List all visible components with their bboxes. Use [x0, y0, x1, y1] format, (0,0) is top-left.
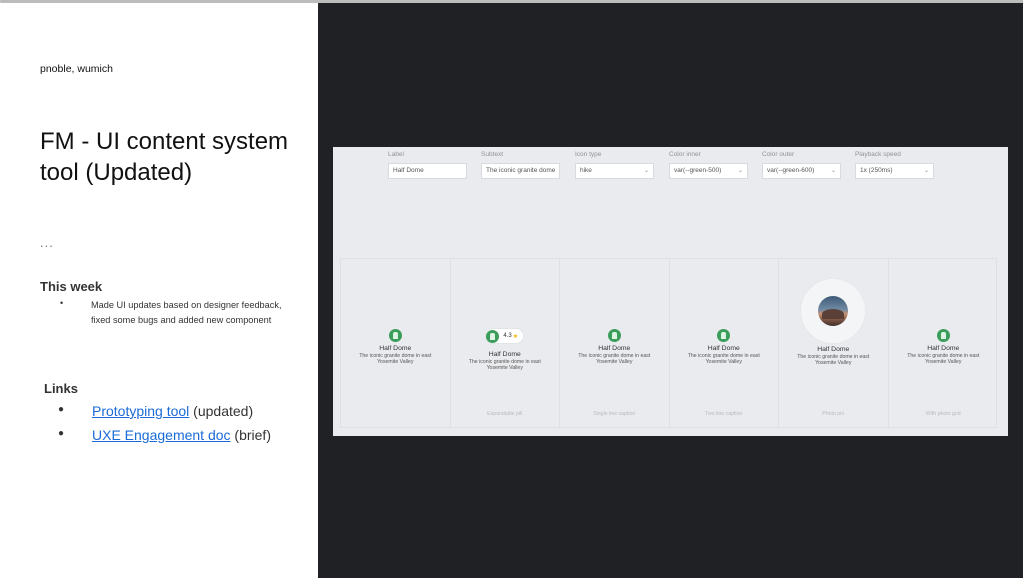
- pin-subtext: The iconic granite dome in east Yosemite…: [359, 353, 432, 366]
- card-caption: Two line caption: [705, 411, 743, 417]
- pin-subtext: The iconic granite dome in east Yosemite…: [797, 354, 870, 367]
- mountain-photo-icon: [818, 296, 849, 326]
- hike-icon: [936, 329, 950, 342]
- pin-card-photo-grid[interactable]: Half Dome The iconic granite dome in eas…: [889, 259, 999, 427]
- card-caption: Photo pin: [822, 411, 845, 417]
- rating-value: 4.3: [503, 333, 512, 339]
- pin-card-single-line[interactable]: Half Dome The iconic granite dome in eas…: [560, 259, 670, 427]
- pin-subtext: The iconic granite dome in east Yosemite…: [578, 353, 651, 366]
- pin-label: Half Dome: [379, 345, 412, 352]
- chevron-down-icon: ⌄: [923, 168, 929, 174]
- this-week-item: Made UI updates based on designer feedba…: [91, 300, 282, 326]
- this-week-heading: This week: [40, 279, 103, 294]
- ellipsis: ...: [40, 235, 54, 250]
- pin-label: Half Dome: [927, 345, 960, 352]
- pin-variants-row: Half Dome The iconic granite dome in eas…: [340, 258, 997, 428]
- hike-icon: [607, 329, 621, 342]
- pin-subtext: The iconic granite dome in east Yosemite…: [468, 358, 541, 371]
- pin-label: Half Dome: [817, 346, 850, 353]
- card-caption: Single line caption: [593, 411, 636, 417]
- control-label-text: Label: [388, 151, 404, 158]
- control-label-text: Color inner: [669, 151, 701, 158]
- hike-icon: [486, 329, 500, 343]
- subtext-input[interactable]: The iconic granite dome: [481, 163, 560, 179]
- left-panel: pnoble, wumich FM - UI content system to…: [0, 3, 318, 578]
- authors: pnoble, wumich: [40, 63, 113, 75]
- hike-icon: [717, 329, 731, 342]
- pin-label: Half Dome: [488, 350, 521, 358]
- control-color-inner: Color inner var(--green-500) ⌄: [669, 151, 749, 179]
- control-color-outer: Color outer var(--green-600) ⌄: [762, 151, 842, 179]
- label-input[interactable]: Half Dome: [388, 163, 467, 179]
- control-icon-type: Icon type hike ⌄: [575, 151, 655, 179]
- slide-title: FM - UI content system tool (Updated): [40, 128, 289, 186]
- pin-subtext: The iconic granite dome in east Yosemite…: [907, 353, 980, 366]
- tool-screenshot: Label Half Dome Subtext The iconic grani…: [333, 147, 1008, 436]
- control-label: Label Half Dome: [388, 151, 468, 179]
- photo-pin: [801, 279, 866, 343]
- card-caption: With photo grid: [925, 411, 961, 417]
- control-label-text: Playback speed: [855, 151, 901, 158]
- chevron-down-icon: ⌄: [830, 168, 836, 174]
- control-label-text: Color outer: [762, 151, 795, 158]
- color-outer-select[interactable]: var(--green-600) ⌄: [762, 163, 841, 179]
- bullet: ●: [58, 428, 65, 439]
- pin-card-two-line[interactable]: Half Dome The iconic granite dome in eas…: [670, 259, 779, 427]
- pin-card-default[interactable]: Half Dome The iconic granite dome in eas…: [341, 259, 451, 427]
- color-inner-select[interactable]: var(--green-500) ⌄: [669, 163, 748, 179]
- card-caption: Expandable pill: [487, 411, 523, 417]
- bullet: •: [60, 298, 64, 308]
- chevron-down-icon: ⌄: [737, 168, 743, 174]
- control-playback-speed: Playback speed 1x (250ms) ⌄: [855, 151, 935, 179]
- control-label-text: Subtext: [481, 151, 504, 158]
- rating-pill: 4.3 ★: [486, 329, 524, 343]
- playback-speed-select[interactable]: 1x (250ms) ⌄: [855, 163, 934, 179]
- bullet: ●: [58, 404, 65, 415]
- chevron-down-icon: ⌄: [643, 168, 649, 174]
- icon-type-select[interactable]: hike ⌄: [575, 163, 654, 179]
- pin-card-expandable-pill[interactable]: 4.3 ★ Half Dome The iconic granite dome …: [451, 259, 560, 427]
- control-subtext: Subtext The iconic granite dome: [481, 151, 561, 179]
- hike-icon: [388, 329, 402, 342]
- pin-label: Half Dome: [707, 345, 740, 352]
- links-heading: Links: [44, 381, 78, 396]
- pin-label: Half Dome: [598, 345, 631, 352]
- star-icon: ★: [512, 333, 519, 340]
- controls-bar: Label Half Dome Subtext The iconic grani…: [333, 147, 1008, 187]
- pin-card-photo-pin[interactable]: Half Dome The iconic granite dome in eas…: [779, 259, 889, 427]
- uxe-engagement-doc-link[interactable]: UXE Engagement doc: [92, 427, 231, 443]
- control-label-text: Icon type: [575, 151, 602, 158]
- prototyping-tool-link[interactable]: Prototyping tool: [92, 403, 189, 419]
- link-suffix: (brief): [230, 427, 271, 443]
- pin-subtext: The iconic granite dome in east Yosemite…: [687, 353, 760, 366]
- link-suffix: (updated): [189, 403, 254, 419]
- right-panel: Label Half Dome Subtext The iconic grani…: [318, 3, 1023, 578]
